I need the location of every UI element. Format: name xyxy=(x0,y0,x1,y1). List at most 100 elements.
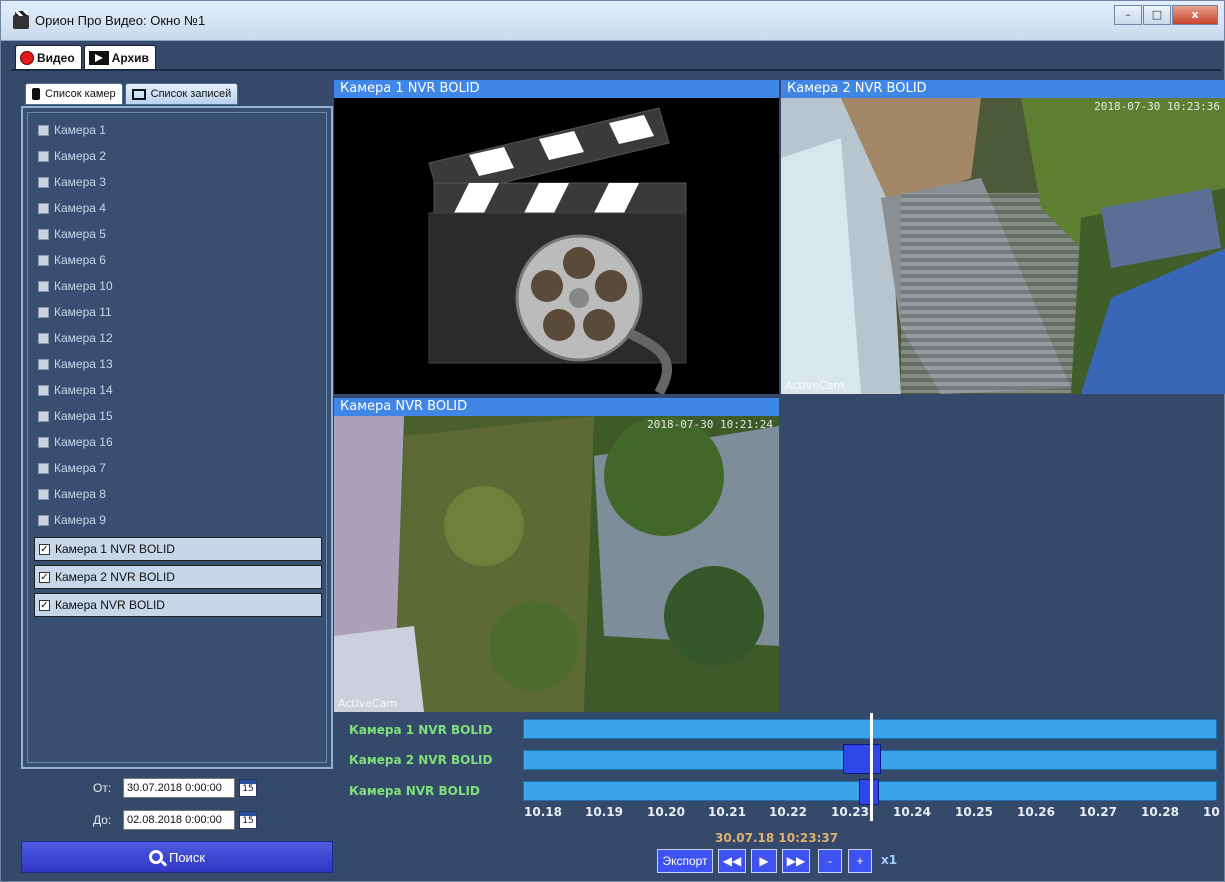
camera-feed-image xyxy=(334,416,779,712)
film-play-icon xyxy=(88,50,109,65)
camera-item[interactable]: Камера 9 xyxy=(38,509,106,531)
timeline-tick: 10.23 xyxy=(831,805,869,819)
checkbox-checked[interactable]: ✓ xyxy=(39,571,50,583)
checkbox[interactable] xyxy=(38,488,49,500)
camera-item[interactable]: Камера 15 xyxy=(38,405,113,427)
video-tile-1[interactable]: Камера 1 NVR BOLID xyxy=(334,80,779,394)
selected-camera-item[interactable]: ✓ Камера 1 NVR BOLID xyxy=(34,537,322,561)
tile-title: Камера NVR BOLID xyxy=(334,398,779,416)
maximize-button[interactable]: □ xyxy=(1143,5,1171,25)
checkbox[interactable] xyxy=(38,254,49,266)
tab-archive-label: Архив xyxy=(111,50,149,65)
camera-label: Камера 14 xyxy=(54,383,113,397)
to-date-input[interactable]: 02.08.2018 0:00:00 xyxy=(123,810,235,830)
checkbox[interactable] xyxy=(38,228,49,240)
timeline-record-block[interactable] xyxy=(859,779,879,805)
zoom-out-button[interactable]: - xyxy=(818,849,842,873)
camera-item[interactable]: Камера 8 xyxy=(38,483,106,505)
camera-label: Камера NVR BOLID xyxy=(55,598,165,612)
camera-label: Камера 10 xyxy=(54,279,113,293)
rewind-button[interactable]: ◀◀ xyxy=(718,849,746,873)
search-label: Поиск xyxy=(168,849,206,865)
timeline-record-block[interactable] xyxy=(843,744,881,774)
checkbox[interactable] xyxy=(38,358,49,370)
window-controls: – □ x xyxy=(1113,5,1218,25)
video-timestamp: 2018-07-30 10:23:36 xyxy=(1094,100,1220,113)
checkbox[interactable] xyxy=(38,176,49,188)
camera-item[interactable]: Камера 12 xyxy=(38,327,113,349)
tab-records-list[interactable]: Список записей xyxy=(124,83,239,105)
checkbox[interactable] xyxy=(38,436,49,448)
search-icon xyxy=(148,850,163,864)
app-window: Орион Про Видео: Окно №1 – □ x Видео Арх… xyxy=(0,0,1225,882)
camera-label: Камера 8 xyxy=(54,487,106,501)
selected-camera-item[interactable]: ✓ Камера 2 NVR BOLID xyxy=(34,565,322,589)
video-tile-2[interactable]: Камера 2 NVR BOLID 2018-07-30 10:23:36 A… xyxy=(781,80,1225,394)
playback-speed: x1 xyxy=(881,853,898,867)
window-title: Орион Про Видео: Окно №1 xyxy=(35,13,206,28)
camera-label: Камера 16 xyxy=(54,435,113,449)
camera-item[interactable]: Камера 3 xyxy=(38,171,106,193)
timeline-cursor[interactable] xyxy=(870,713,873,821)
checkbox[interactable] xyxy=(38,202,49,214)
camera-item[interactable]: Камера 6 xyxy=(38,249,106,271)
timeline-tick: 10.20 xyxy=(647,805,685,819)
zoom-in-button[interactable]: + xyxy=(848,849,872,873)
checkbox[interactable] xyxy=(38,332,49,344)
camera-item[interactable]: Камера 5 xyxy=(38,223,106,245)
close-button[interactable]: x xyxy=(1172,5,1218,25)
checkbox[interactable] xyxy=(38,410,49,422)
tab-archive[interactable]: Архив xyxy=(83,45,156,69)
export-button[interactable]: Экспорт xyxy=(657,849,713,873)
tab-video[interactable]: Видео xyxy=(15,45,82,69)
camera-item[interactable]: Камера 4 xyxy=(38,197,106,219)
tile-title: Камера 2 NVR BOLID xyxy=(781,80,1225,98)
selected-camera-item[interactable]: ✓ Камера NVR BOLID xyxy=(34,593,322,617)
camera-item[interactable]: Камера 7 xyxy=(38,457,106,479)
timeline-tick: 10.28 xyxy=(1141,805,1179,819)
minimize-button[interactable]: – xyxy=(1114,5,1142,25)
checkbox[interactable] xyxy=(38,150,49,162)
camera-item[interactable]: Камера 14 xyxy=(38,379,113,401)
video-tile-3[interactable]: Камера NVR BOLID 2018-07-30 10:21:24 Act… xyxy=(334,398,779,712)
timeline-tick: 10.22 xyxy=(769,805,807,819)
records-icon xyxy=(131,88,146,100)
checkbox[interactable] xyxy=(38,280,49,292)
camera-item[interactable]: Камера 13 xyxy=(38,353,113,375)
camera-item[interactable]: Камера 16 xyxy=(38,431,113,453)
timeline-tick: 10.25 xyxy=(955,805,993,819)
checkbox[interactable] xyxy=(38,462,49,474)
camera-label: Камера 4 xyxy=(54,201,106,215)
calendar-icon[interactable]: 15 xyxy=(239,779,257,797)
checkbox-checked[interactable]: ✓ xyxy=(39,543,50,555)
timeline-tick: 10.27 xyxy=(1079,805,1117,819)
search-button[interactable]: Поиск xyxy=(21,841,333,873)
play-button[interactable]: ▶ xyxy=(751,849,777,873)
clapperboard-reel-icon xyxy=(334,98,779,394)
tab-video-label: Видео xyxy=(37,50,75,65)
tab-camera-list[interactable]: Список камер xyxy=(25,83,123,105)
timeline-tick: 10.26 xyxy=(1017,805,1055,819)
camera-label: Камера 2 xyxy=(54,149,106,163)
from-date-input[interactable]: 30.07.2018 0:00:00 xyxy=(123,778,235,798)
camera-item[interactable]: Камера 10 xyxy=(38,275,113,297)
camera-item[interactable]: Камера 11 xyxy=(38,301,112,323)
tile-title: Камера 1 NVR BOLID xyxy=(334,80,779,98)
timeline-row-label: Камера NVR BOLID xyxy=(349,784,480,798)
camera-item[interactable]: Камера 2 xyxy=(38,145,106,167)
timeline-tick: 10.18 xyxy=(524,805,562,819)
checkbox[interactable] xyxy=(38,124,49,136)
camera-item[interactable]: Камера 1 xyxy=(38,119,106,141)
camera-feed: 2018-07-30 10:21:24 ActiveCam xyxy=(334,416,779,712)
camera-list: Камера 1 Камера 2 Камера 3 Камера 4 Каме… xyxy=(21,106,333,769)
calendar-icon[interactable]: 15 xyxy=(239,811,257,829)
camera-label: Камера 13 xyxy=(54,357,113,371)
current-time: 30.07.18 10:23:37 xyxy=(715,831,839,845)
timeline-tick: 10.24 xyxy=(893,805,931,819)
checkbox[interactable] xyxy=(38,306,49,318)
checkbox-checked[interactable]: ✓ xyxy=(39,599,50,611)
checkbox[interactable] xyxy=(38,384,49,396)
left-panel-tabs: Список камер Список записей xyxy=(25,83,240,105)
fast-forward-button[interactable]: ▶▶ xyxy=(782,849,810,873)
checkbox[interactable] xyxy=(38,514,49,526)
